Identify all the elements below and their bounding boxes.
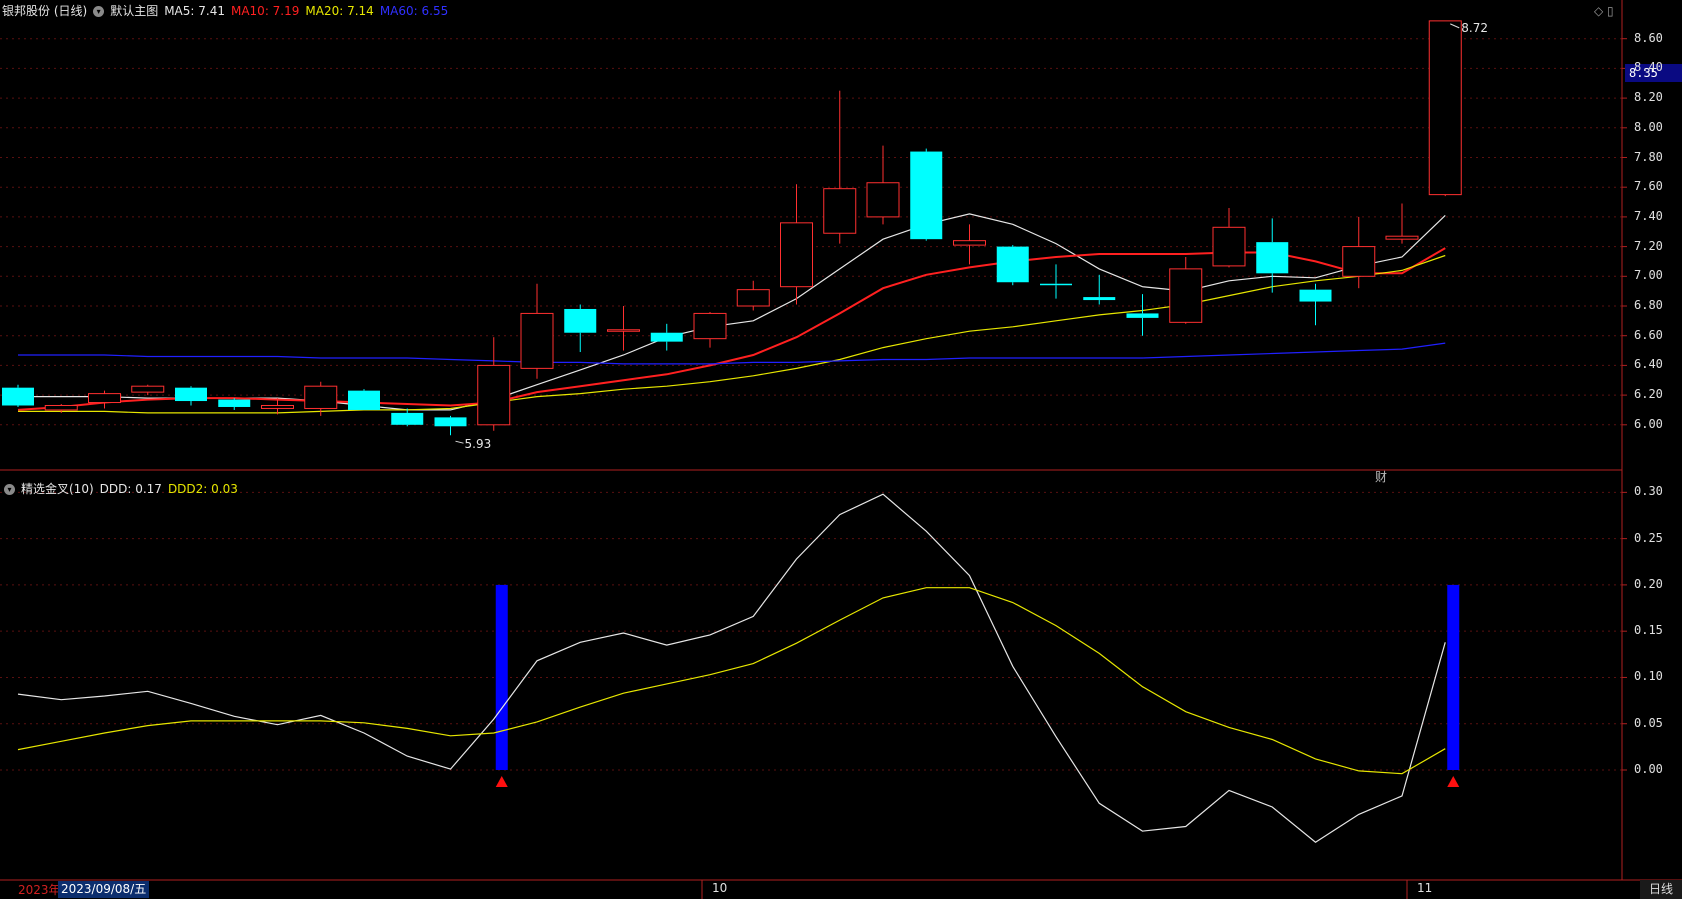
candle-body-down [434, 417, 467, 427]
candle-body-down [2, 387, 34, 406]
ma20-line [18, 254, 1446, 414]
cursor-date: 2023/09/08/五 [58, 881, 150, 898]
candle-body-down [1256, 242, 1289, 274]
candle-body-down [1083, 297, 1116, 301]
chart-canvas[interactable]: 8.72 5.93 [0, 0, 1682, 899]
ddd2-line [17, 587, 1446, 775]
indicator-tick-label: 0.20 [1634, 576, 1663, 591]
ma10-line [17, 247, 1446, 411]
candle-body-down [218, 399, 251, 407]
price-tick-label: 8.60 [1634, 30, 1663, 45]
candle-body-up [477, 364, 511, 426]
candle-body-up [1385, 235, 1419, 240]
price-tick-label: 8.40 [1634, 60, 1663, 75]
candle-body-up [520, 312, 554, 369]
candle-body-down [348, 390, 380, 410]
template-dropdown-icon[interactable]: ▾ [93, 5, 105, 17]
price-tick-label: 7.80 [1634, 149, 1663, 164]
candle-body-down [996, 246, 1029, 283]
indicator-name[interactable]: 精选金叉(10) [21, 478, 94, 500]
candle-body-up [261, 404, 294, 409]
month-10-label: 10 [712, 881, 728, 895]
signal-bar [1447, 584, 1460, 770]
price-tick-label: 6.60 [1634, 327, 1663, 342]
candle-body-up [131, 385, 165, 393]
price-tick-label: 8.20 [1634, 90, 1663, 105]
indicator-dropdown-icon[interactable]: ▾ [4, 483, 15, 495]
template-label[interactable]: 默认主图 [110, 0, 158, 22]
ddd2-label: DDD2: 0.03 [167, 482, 238, 496]
price-tick-label: 6.00 [1634, 416, 1663, 431]
sub-panel-header: ▾ 精选金叉(10) DDD: 0.17 DDD2: 0.03 [4, 478, 238, 500]
price-tick-label: 6.40 [1634, 357, 1663, 372]
ma5-label: MA5: 7.41 [164, 4, 225, 18]
candle-body-up [693, 312, 727, 340]
panel-control-icons[interactable]: ◇ ▯ [1594, 4, 1614, 18]
candle-body-up [88, 393, 121, 404]
low-price-label: 5.93 [465, 437, 492, 451]
candle-body-up [304, 385, 338, 409]
ma10-label: MA10: 7.19 [230, 4, 300, 18]
price-tick-label: 7.60 [1634, 179, 1663, 194]
ma60-label: MA60: 6.55 [379, 4, 449, 18]
candle-body-up [953, 240, 986, 246]
price-tick-label: 6.20 [1634, 387, 1663, 402]
indicator-tick-label: 0.25 [1634, 530, 1663, 545]
indicator-tick-label: 0.10 [1634, 669, 1663, 684]
ddd-label: DDD: 0.17 [99, 482, 162, 496]
price-tick-label: 7.00 [1634, 268, 1663, 283]
candle-body-down [1299, 289, 1332, 302]
candle-body-up [823, 188, 857, 234]
low-marker-arrow [455, 440, 464, 444]
candle-body-down [175, 387, 207, 402]
candle-body-up [1212, 226, 1246, 267]
candle-body-up [736, 289, 770, 307]
candle-body-down [650, 332, 683, 342]
indicator-tick-label: 0.00 [1634, 762, 1663, 776]
signal-up-triangle [495, 776, 508, 787]
signal-bar [495, 584, 508, 770]
candle-body-up [44, 404, 78, 411]
symbol-title[interactable]: 银邦股份 (日线) [2, 0, 87, 22]
candle-body-down [1126, 313, 1159, 318]
candle-body-up [1342, 246, 1376, 277]
ma20-label: MA20: 7.14 [305, 4, 374, 18]
price-tick-label: 7.40 [1634, 208, 1663, 223]
period-mode-button[interactable]: 日线 [1640, 880, 1682, 899]
indicator-tick-label: 0.15 [1634, 623, 1663, 638]
candle-body-up [607, 329, 640, 332]
candle-body-up [1169, 268, 1203, 323]
signal-up-triangle [1447, 776, 1460, 787]
ddd-line [17, 493, 1446, 843]
candle-body-up [1428, 20, 1462, 196]
price-tick-label: 6.80 [1634, 298, 1663, 312]
price-tick-label: 8.00 [1634, 119, 1663, 134]
candle-body-down [564, 308, 597, 333]
main-panel-header: 银邦股份 (日线) ▾ 默认主图 MA5: 7.41 MA10: 7.19 MA… [2, 0, 448, 22]
candle-body-down [1040, 283, 1072, 286]
indicator-tick-label: 0.05 [1634, 715, 1663, 730]
candle-body-down [910, 151, 943, 240]
candle-body-down [391, 412, 424, 425]
price-tick-label: 7.20 [1634, 238, 1663, 253]
high-price-label: 8.72 [1461, 21, 1488, 35]
candle-body-up [780, 222, 813, 288]
year-label: 2023年 [18, 883, 61, 897]
indicator-tick-label: 0.30 [1634, 484, 1663, 499]
month-11-label: 11 [1417, 881, 1433, 895]
finance-marker[interactable]: 财 [1375, 468, 1387, 485]
candle-body-up [866, 182, 900, 218]
